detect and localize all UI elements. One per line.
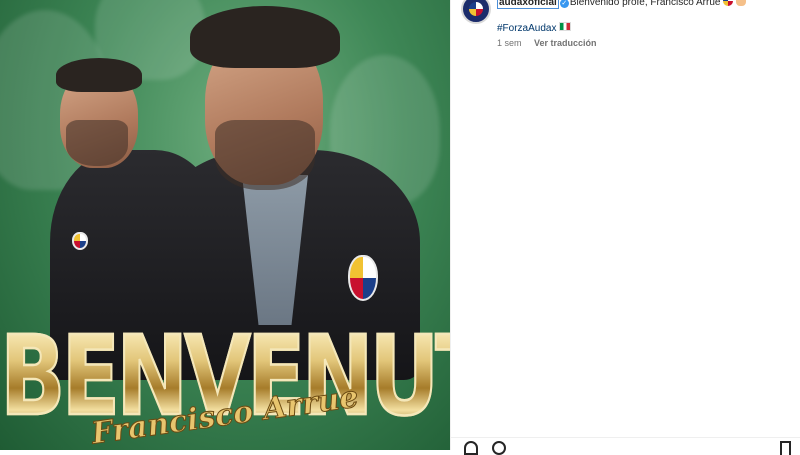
- time-ago: 1 sem: [497, 38, 522, 48]
- username-link[interactable]: audaxoficial: [497, 0, 559, 9]
- heart-icon[interactable]: [464, 441, 478, 455]
- comment-icon[interactable]: [492, 441, 506, 455]
- caption-text: Bienvenido profe, Francisco Arrue: [569, 0, 721, 8]
- post-details: audaxoficial ✓ Bienvenido profe, Francisco…: [450, 0, 800, 455]
- verified-icon: ✓: [559, 0, 569, 8]
- crest-emoji-icon: [723, 0, 734, 6]
- post-meta: 1 sem Ver traducción: [497, 38, 597, 48]
- hands-emoji-icon: [736, 0, 747, 6]
- translate-link[interactable]: Ver traducción: [534, 38, 597, 48]
- post-image[interactable]: BENVENUTO Francisco Arrue: [0, 0, 450, 450]
- action-bar: [451, 437, 800, 455]
- hashtag-line: #ForzaAudax: [497, 22, 572, 36]
- caption: audaxoficial ✓ Bienvenido profe, Francisco…: [497, 0, 797, 10]
- club-crest-icon: [469, 2, 483, 16]
- club-badge-small: [72, 232, 88, 250]
- italy-flag-icon: [559, 22, 572, 31]
- hashtag-link[interactable]: #ForzaAudax: [497, 23, 556, 34]
- club-badge: [348, 255, 378, 301]
- avatar[interactable]: [461, 0, 491, 24]
- bookmark-icon[interactable]: [780, 441, 791, 455]
